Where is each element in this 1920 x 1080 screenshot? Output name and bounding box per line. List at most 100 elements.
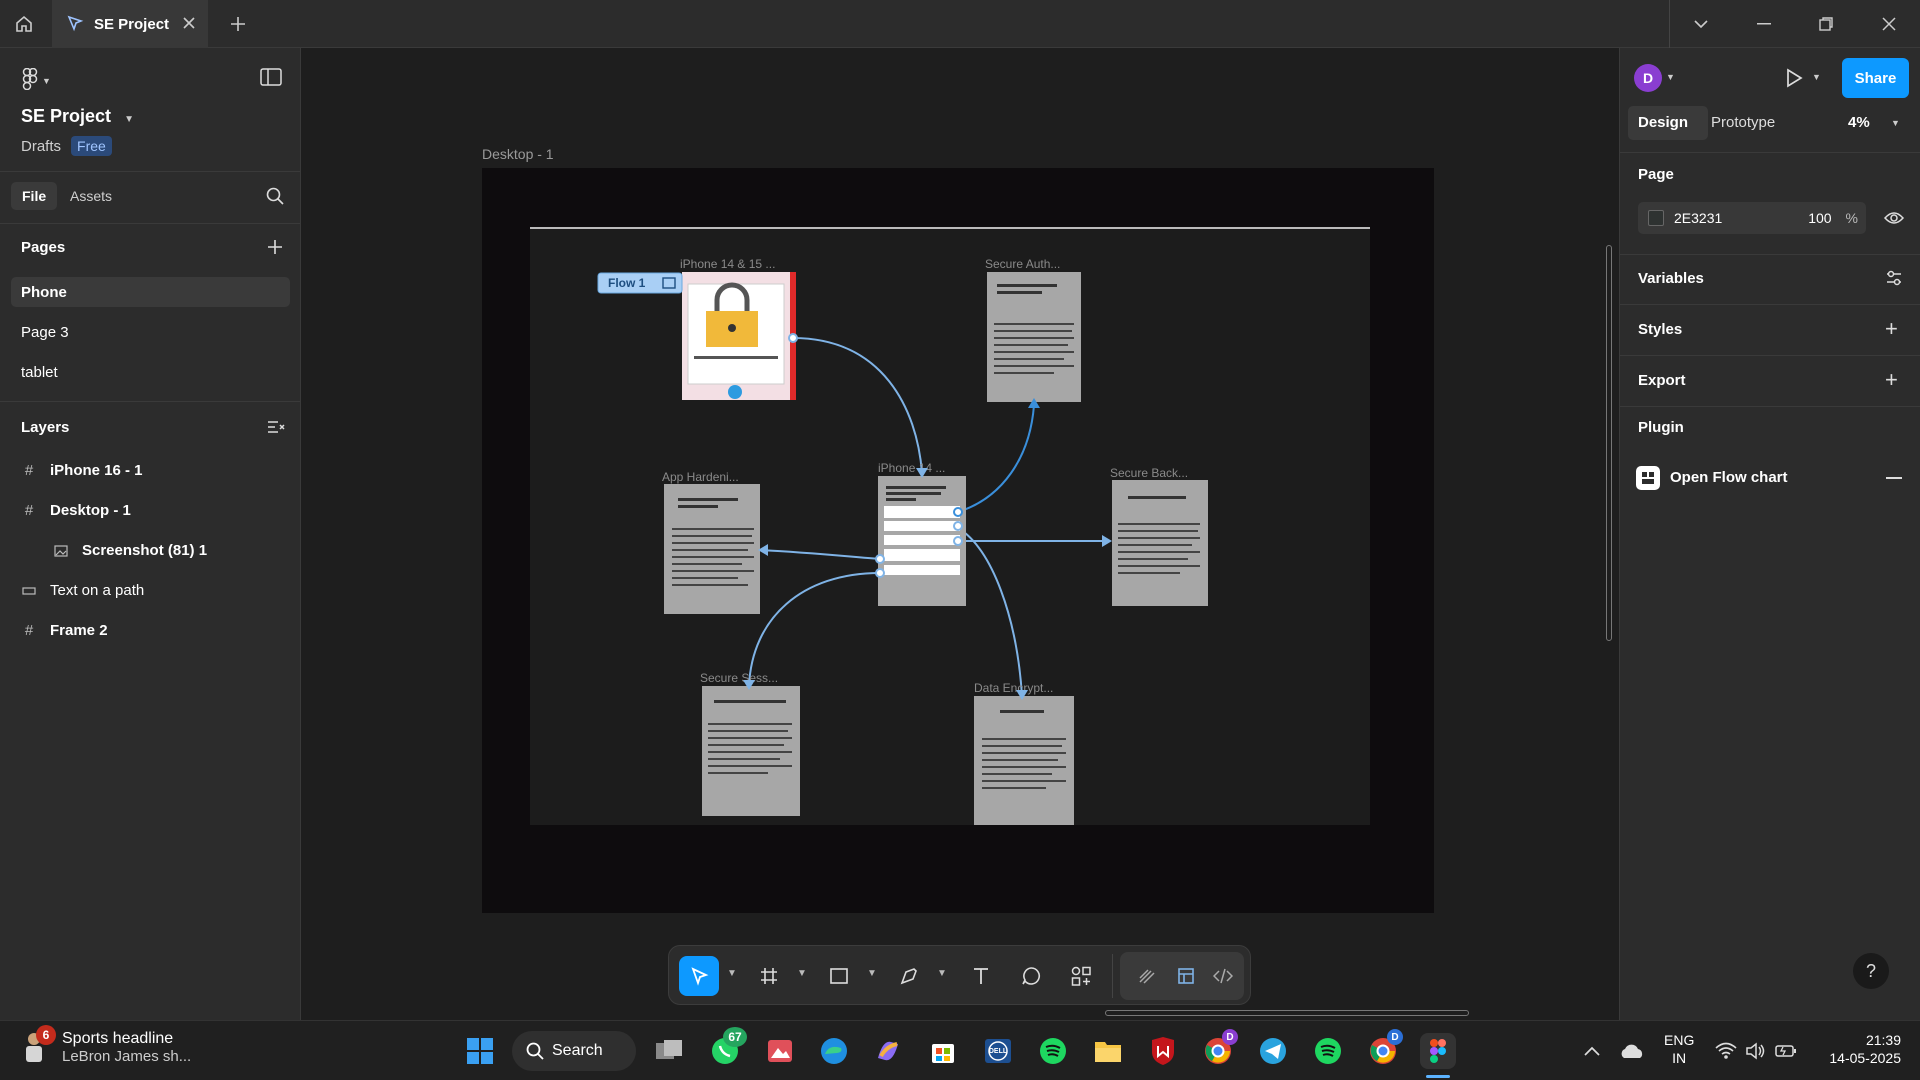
card-secure-auth[interactable]: Secure Auth...	[985, 257, 1081, 402]
chevron-up-icon[interactable]	[1574, 1033, 1610, 1069]
windows-start-icon[interactable]	[462, 1033, 498, 1069]
task-view-icon[interactable]	[651, 1033, 687, 1069]
tab-prototype[interactable]: Prototype	[1711, 114, 1775, 131]
chrome-icon[interactable]: D	[1200, 1029, 1238, 1069]
share-button[interactable]: Share	[1842, 58, 1909, 98]
restore-icon[interactable]	[1795, 0, 1857, 48]
tab-se-project[interactable]: SE Project	[52, 0, 208, 48]
telegram-icon[interactable]	[1255, 1033, 1291, 1069]
page-color-hex[interactable]: 2E3231	[1674, 210, 1722, 226]
search-icon[interactable]	[266, 187, 284, 208]
card-iphone-14-hub[interactable]: iPhone 14 ...	[875, 461, 966, 606]
dev-mode-icon[interactable]	[1203, 956, 1243, 996]
horizontal-scrollbar[interactable]	[1105, 1010, 1469, 1016]
home-icon[interactable]	[8, 8, 40, 40]
variables-settings-icon[interactable]	[1885, 270, 1903, 289]
window-close-icon[interactable]	[1858, 0, 1920, 48]
help-button[interactable]: ?	[1853, 953, 1889, 989]
frame-icon: #	[24, 462, 34, 479]
rectangle-tool-icon[interactable]	[819, 956, 859, 996]
layer-text-on-path[interactable]: Text on a path	[22, 582, 144, 599]
add-page-icon[interactable]	[267, 239, 283, 258]
layers-list-icon[interactable]	[267, 420, 285, 437]
card-app-hardening[interactable]: App Hardeni...	[662, 470, 760, 614]
project-title[interactable]: SE Project ▼	[21, 106, 134, 127]
layer-frame-2[interactable]: # Frame 2	[22, 622, 108, 639]
copilot-icon[interactable]	[870, 1033, 906, 1069]
remove-plugin-icon[interactable]	[1886, 477, 1902, 479]
pen-tool-icon[interactable]	[889, 956, 929, 996]
toggle-sidebar-icon[interactable]	[260, 68, 282, 89]
tab-design[interactable]: Design	[1638, 114, 1688, 131]
draw-mode-icon[interactable]	[1127, 956, 1167, 996]
layer-screenshot[interactable]: Screenshot (81) 1	[54, 542, 207, 559]
page-item-tablet[interactable]: tablet	[11, 357, 290, 387]
zoom-level[interactable]: 4%	[1848, 114, 1870, 131]
file-explorer-icon[interactable]	[1090, 1033, 1126, 1069]
card-title: Data Encrypt...	[974, 681, 1053, 695]
chevron-down-icon[interactable]: ▼	[797, 968, 807, 979]
page-color-field[interactable]: 2E3231 100 %	[1638, 202, 1866, 234]
chevron-down-icon[interactable]: ▼	[727, 968, 737, 979]
color-swatch[interactable]	[1648, 210, 1664, 226]
mcafee-icon[interactable]	[1145, 1033, 1181, 1069]
desktop-frame[interactable]: iPhone 14 & 15 ... Flow 1 Secure Auth...	[482, 168, 1434, 913]
card-secure-backend[interactable]: Secure Back...	[1110, 466, 1208, 606]
layer-desktop-1[interactable]: # Desktop - 1	[22, 502, 131, 519]
components-tool-icon[interactable]	[1061, 956, 1101, 996]
avatar[interactable]: D	[1634, 64, 1662, 92]
taskbar-search[interactable]: Search	[512, 1031, 636, 1071]
text-tool-icon[interactable]	[961, 956, 1001, 996]
edge-icon[interactable]	[816, 1033, 852, 1069]
plus-icon[interactable]	[224, 10, 252, 38]
add-style-icon[interactable]: +	[1885, 318, 1898, 340]
page-label: Page 3	[21, 323, 69, 341]
chevron-down-icon[interactable]: ▼	[867, 968, 877, 979]
vertical-scrollbar[interactable]	[1606, 245, 1612, 641]
card-iphone-14-15[interactable]: iPhone 14 & 15 ...	[680, 257, 798, 400]
language-indicator[interactable]: ENG IN	[1664, 1031, 1694, 1067]
figma-app-icon[interactable]	[1420, 1033, 1456, 1069]
move-tool-icon[interactable]	[679, 956, 719, 996]
spotify-icon-2[interactable]	[1310, 1033, 1346, 1069]
main-menu-button[interactable]: ▼	[22, 67, 51, 93]
minimize-icon[interactable]	[1733, 0, 1795, 48]
flow-1-badge[interactable]: Flow 1	[597, 272, 683, 294]
styles-heading: Styles	[1638, 321, 1683, 338]
news-widget[interactable]: 6 Sports headline LeBron James sh...	[20, 1025, 191, 1065]
layer-iphone-16-1[interactable]: # iPhone 16 - 1	[22, 462, 143, 479]
present-play-icon[interactable]	[1785, 68, 1803, 91]
tab-file[interactable]: File	[11, 182, 58, 210]
card-data-encryption[interactable]: Data Encrypt...	[974, 681, 1074, 825]
add-export-icon[interactable]: +	[1885, 369, 1898, 391]
battery-icon[interactable]	[1768, 1033, 1804, 1069]
frame-tool-icon[interactable]	[749, 956, 789, 996]
chevron-down-icon[interactable]	[1670, 0, 1732, 48]
onedrive-icon[interactable]	[1614, 1033, 1650, 1069]
comment-tool-icon[interactable]	[1011, 956, 1051, 996]
chevron-down-icon: ▼	[42, 75, 51, 86]
clock[interactable]: 21:39 14-05-2025	[1815, 1031, 1901, 1067]
chevron-down-icon[interactable]: ▼	[1666, 72, 1675, 82]
tab-assets[interactable]: Assets	[70, 188, 112, 204]
store-icon[interactable]	[925, 1033, 961, 1069]
chevron-down-icon[interactable]: ▼	[937, 968, 947, 979]
eye-icon[interactable]	[1883, 211, 1905, 228]
page-item-phone[interactable]: Phone	[11, 277, 290, 307]
frame-label[interactable]: Desktop - 1	[482, 146, 554, 162]
divider	[0, 401, 301, 402]
chrome-icon-2[interactable]: D	[1365, 1029, 1403, 1069]
chevron-down-icon[interactable]: ▼	[1891, 118, 1900, 128]
card-secure-session[interactable]: Secure Sess...	[700, 671, 800, 816]
photos-icon[interactable]	[762, 1033, 798, 1069]
variables-heading[interactable]: Variables	[1638, 270, 1704, 287]
dell-icon[interactable]: DELL	[980, 1033, 1016, 1069]
whatsapp-icon[interactable]: 67	[707, 1027, 747, 1069]
spotify-icon[interactable]	[1035, 1033, 1071, 1069]
page-opacity[interactable]: 100	[1808, 210, 1831, 226]
chevron-down-icon[interactable]: ▼	[1812, 72, 1821, 82]
page-item-page-3[interactable]: Page 3	[11, 317, 290, 347]
plugin-item-open-flow-chart[interactable]: Open Flow chart	[1670, 469, 1788, 486]
close-icon[interactable]	[182, 16, 196, 33]
design-mode-icon[interactable]	[1166, 956, 1206, 996]
